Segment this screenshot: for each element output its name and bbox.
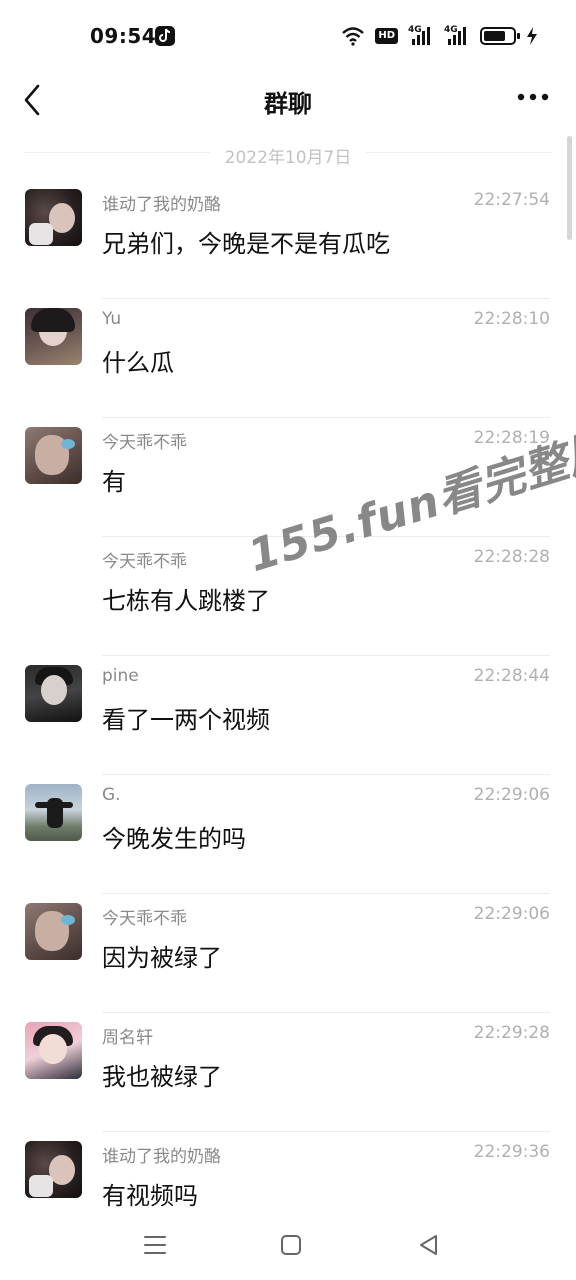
avatar[interactable]: [25, 427, 82, 484]
more-horizontal-icon: [517, 93, 549, 101]
message-item[interactable]: 谁动了我的奶酪 22:27:54 兄弟们，今晚是不是有瓜吃: [0, 180, 576, 299]
message-time: 22:28:44: [473, 666, 550, 686]
battery-icon: [480, 27, 520, 45]
message-text: 有: [102, 468, 126, 496]
message-time: 22:28:10: [473, 309, 550, 329]
status-icons: HD 4G 4G: [341, 24, 538, 48]
avatar[interactable]: [25, 189, 82, 246]
message-time: 22:27:54: [473, 190, 550, 210]
avatar[interactable]: [25, 1022, 82, 1079]
signal-icon: 4G: [444, 25, 470, 47]
message-item[interactable]: Yu 22:28:10 什么瓜: [0, 299, 576, 418]
sender-name: 周名轩: [102, 1028, 153, 1048]
message-text: 什么瓜: [102, 349, 174, 377]
message-time: 22:29:06: [473, 904, 550, 924]
message-text: 看了一两个视频: [102, 706, 270, 734]
message-time: 22:29:36: [473, 1142, 550, 1162]
message-text: 七栋有人跳楼了: [102, 587, 270, 615]
date-label: 2022年10月7日: [224, 148, 352, 168]
message-text: 我也被绿了: [102, 1063, 222, 1091]
page-title: 群聊: [264, 90, 312, 118]
sender-name: 今天乖不乖: [102, 909, 187, 929]
message-time: 22:29:06: [473, 785, 550, 805]
message-item[interactable]: 周名轩 22:29:28 我也被绿了: [0, 1013, 576, 1132]
message-text: 兄弟们，今晚是不是有瓜吃: [102, 230, 390, 258]
wifi-icon: [342, 27, 365, 46]
signal-icon: 4G: [408, 25, 434, 47]
home-button[interactable]: [276, 1230, 306, 1260]
sender-name: G.: [102, 785, 121, 805]
menu-button[interactable]: [140, 1230, 170, 1260]
back-triangle-icon: [420, 1235, 437, 1255]
tiktok-icon: [155, 26, 175, 46]
message-item[interactable]: pine 22:28:44 看了一两个视频: [0, 656, 576, 775]
sender-name: Yu: [102, 309, 122, 329]
message-text: 今晚发生的吗: [102, 825, 246, 853]
sender-name: 谁动了我的奶酪: [102, 1147, 221, 1167]
sender-name: pine: [102, 666, 139, 686]
message-text: 因为被绿了: [102, 944, 222, 972]
menu-icon: [144, 1236, 166, 1254]
chat-screen: 09:54 HD 4G 4G 群聊 2022年10月7日 谁动了我的奶酪 22:…: [0, 0, 576, 1280]
avatar[interactable]: [25, 1141, 82, 1198]
sender-name: 今天乖不乖: [102, 433, 187, 453]
avatar[interactable]: [25, 903, 82, 960]
status-bar: 09:54 HD 4G 4G: [0, 0, 576, 72]
message-text: 有视频吗: [102, 1182, 198, 1210]
avatar[interactable]: [25, 784, 82, 841]
avatar[interactable]: [25, 308, 82, 365]
message-time: 22:29:28: [473, 1023, 550, 1043]
message-time: 22:28:28: [473, 547, 550, 567]
sender-name: 今天乖不乖: [102, 552, 187, 572]
hd-icon: HD: [375, 28, 398, 44]
avatar[interactable]: [25, 665, 82, 722]
message-item[interactable]: G. 22:29:06 今晚发生的吗: [0, 775, 576, 894]
more-button[interactable]: [516, 82, 550, 112]
status-time: 09:54: [90, 24, 157, 48]
home-square-icon: [281, 1235, 301, 1255]
message-item[interactable]: 今天乖不乖 22:29:06 因为被绿了: [0, 894, 576, 1013]
system-back-button[interactable]: [414, 1230, 444, 1260]
system-nav-bar: [0, 1210, 576, 1280]
chat-header: 群聊: [0, 72, 576, 128]
charging-icon: [527, 27, 537, 45]
date-divider: 2022年10月7日: [24, 140, 552, 168]
sender-name: 谁动了我的奶酪: [102, 195, 221, 215]
